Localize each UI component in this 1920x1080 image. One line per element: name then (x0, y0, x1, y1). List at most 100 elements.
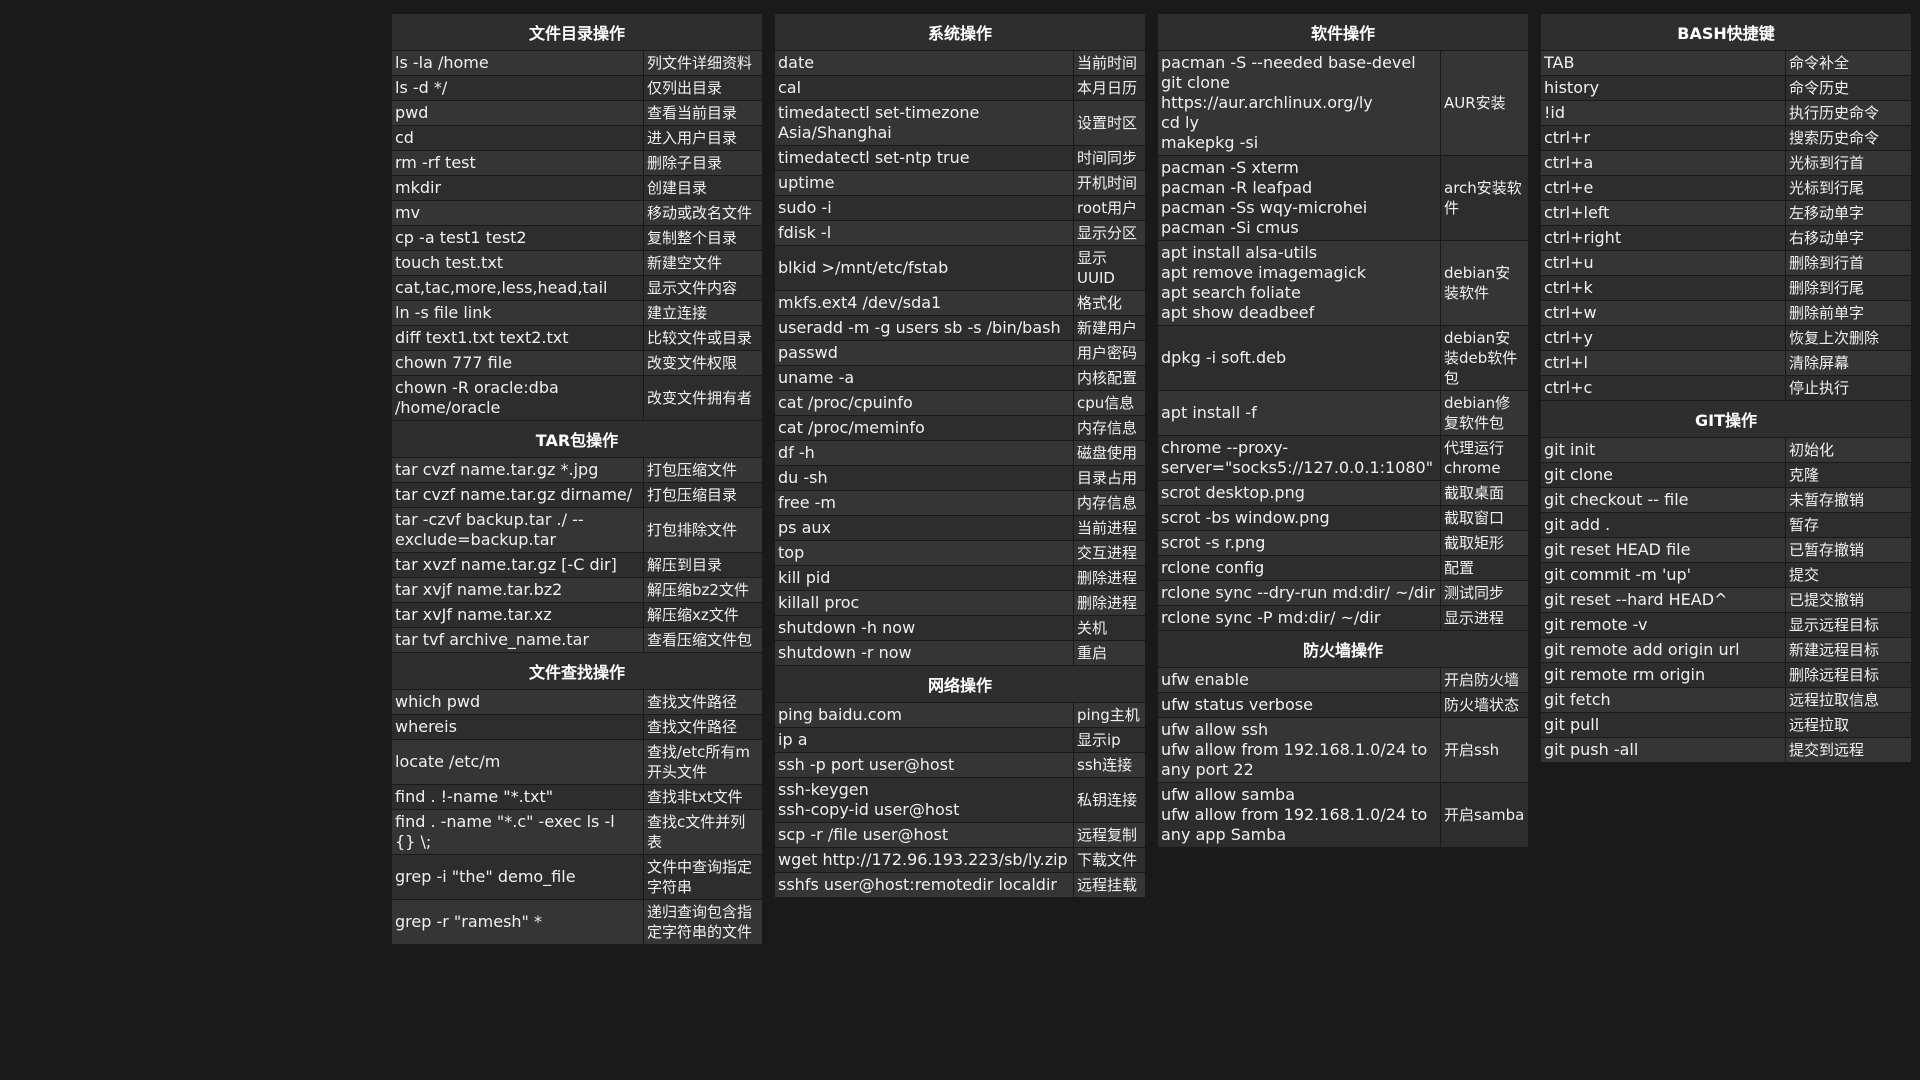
command-description: 解压缩bz2文件 (643, 577, 763, 603)
command-text: apt install alsa-utils apt remove imagem… (1157, 240, 1441, 326)
command-description: 远程挂载 (1073, 872, 1146, 898)
command-description: 初始化 (1785, 437, 1912, 463)
command-description: debian安 装软件 (1440, 240, 1529, 326)
command-row: ctrl+e 光标到行尾 (1540, 175, 1912, 201)
command-text: git commit -m 'up' (1540, 562, 1786, 588)
command-description: 远程拉取信息 (1785, 687, 1912, 713)
command-description: 当前时间 (1073, 50, 1146, 76)
command-row: git reset HEAD file 已暂存撤销 (1540, 537, 1912, 563)
command-text: ssh-keygen ssh-copy-id user@host (774, 777, 1074, 823)
command-description: 开启samba (1440, 782, 1529, 848)
command-row: timedatectl set-ntp true 时间同步 (774, 145, 1146, 171)
command-description: 私钥连接 (1073, 777, 1146, 823)
command-description: 解压到目录 (643, 552, 763, 578)
command-description: 复制整个目录 (643, 225, 763, 251)
section-header-row: GIT操作 (1540, 400, 1912, 438)
command-text: scrot -bs window.png (1157, 505, 1441, 531)
command-description: 内存信息 (1073, 490, 1146, 516)
command-row: date 当前时间 (774, 50, 1146, 76)
command-row: mv 移动或改名文件 (391, 200, 763, 226)
command-text: git clone (1540, 462, 1786, 488)
command-text: ctrl+a (1540, 150, 1786, 176)
command-text: cat /proc/cpuinfo (774, 390, 1074, 416)
command-description: 移动或改名文件 (643, 200, 763, 226)
command-description: 远程复制 (1073, 822, 1146, 848)
command-text: ctrl+right (1540, 225, 1786, 251)
command-description: 查看压缩文件包 (643, 627, 763, 653)
command-description: 清除屏幕 (1785, 350, 1912, 376)
command-row: top 交互进程 (774, 540, 1146, 566)
command-text: timedatectl set-ntp true (774, 145, 1074, 171)
command-text: tar cvzf name.tar.gz *.jpg (391, 457, 644, 483)
command-text: git checkout -- file (1540, 487, 1786, 513)
command-description: 命令历史 (1785, 75, 1912, 101)
command-row: ssh -p port user@host ssh连接 (774, 752, 1146, 778)
command-row: git remote add origin url 新建远程目标 (1540, 637, 1912, 663)
command-text: rclone sync -P md:dir/ ~/dir (1157, 605, 1441, 631)
command-description: 查找c文件并列 表 (643, 809, 763, 855)
command-row: git add . 暂存 (1540, 512, 1912, 538)
command-row: git commit -m 'up' 提交 (1540, 562, 1912, 588)
command-text: which pwd (391, 689, 644, 715)
command-row: whereis 查找文件路径 (391, 714, 763, 740)
command-row: rclone sync -P md:dir/ ~/dir 显示进程 (1157, 605, 1529, 631)
section-header-row: 系统操作 (774, 13, 1146, 51)
command-row: tar xvjf name.tar.bz2 解压缩bz2文件 (391, 577, 763, 603)
command-row: chown 777 file 改变文件权限 (391, 350, 763, 376)
command-description: 代理运行 chrome (1440, 435, 1529, 481)
command-row: wget http://172.96.193.223/sb/ly.zip 下载文件 (774, 847, 1146, 873)
command-description: 新建远程目标 (1785, 637, 1912, 663)
command-text: passwd (774, 340, 1074, 366)
command-description: 时间同步 (1073, 145, 1146, 171)
section-title: 系统操作 (774, 13, 1146, 51)
command-row: cal 本月日历 (774, 75, 1146, 101)
section-header-row: 网络操作 (774, 665, 1146, 703)
command-text: locate /etc/m (391, 739, 644, 785)
command-row: ctrl+c 停止执行 (1540, 375, 1912, 401)
command-row: du -sh 目录占用 (774, 465, 1146, 491)
command-text: uname -a (774, 365, 1074, 391)
command-description: 解压缩xz文件 (643, 602, 763, 628)
command-text: cat,tac,more,less,head,tail (391, 275, 644, 301)
section-header-row: BASH快捷键 (1540, 13, 1912, 51)
command-description: 显示分区 (1073, 220, 1146, 246)
command-text: ps aux (774, 515, 1074, 541)
command-description: 设置时区 (1073, 100, 1146, 146)
command-row: git clone 克隆 (1540, 462, 1912, 488)
section-header-row: 文件目录操作 (391, 13, 763, 51)
command-description: 执行历史命令 (1785, 100, 1912, 126)
command-description: 截取窗口 (1440, 505, 1529, 531)
command-text: df -h (774, 440, 1074, 466)
section-header-row: 软件操作 (1157, 13, 1529, 51)
command-text: git add . (1540, 512, 1786, 538)
command-text: mkdir (391, 175, 644, 201)
command-row: diff text1.txt text2.txt 比较文件或目录 (391, 325, 763, 351)
command-description: 远程拉取 (1785, 712, 1912, 738)
command-row: timedatectl set-timezone Asia/Shanghai 设置… (774, 100, 1146, 146)
cheatsheet-column-3: 软件操作 pacman -S --needed base-devel git cl… (1157, 13, 1529, 848)
command-row: uname -a 内核配置 (774, 365, 1146, 391)
command-description: 列文件详细资料 (643, 50, 763, 76)
section-title: 网络操作 (774, 665, 1146, 703)
section-title: TAR包操作 (391, 420, 763, 458)
command-description: 删除进程 (1073, 590, 1146, 616)
command-text: rclone config (1157, 555, 1441, 581)
command-row: tar cvzf name.tar.gz dirname/打包压缩目录 (391, 482, 763, 508)
command-row: apt install -f debian修 复软件包 (1157, 390, 1529, 436)
section-title: 文件查找操作 (391, 652, 763, 690)
command-row: rclone sync --dry-run md:dir/ ~/dir 测试同步 (1157, 580, 1529, 606)
command-description: 命令补全 (1785, 50, 1912, 76)
command-row: mkfs.ext4 /dev/sda1 格式化 (774, 290, 1146, 316)
command-text: shutdown -h now (774, 615, 1074, 641)
command-description: 改变文件权限 (643, 350, 763, 376)
command-row: ufw allow ssh ufw allow from 192.168.1.0… (1157, 717, 1529, 783)
command-text: killall proc (774, 590, 1074, 616)
command-text: rm -rf test (391, 150, 644, 176)
command-description: 查找/etc所有m 开头文件 (643, 739, 763, 785)
command-row: git fetch 远程拉取信息 (1540, 687, 1912, 713)
command-text: git push -all (1540, 737, 1786, 763)
section-title: 防火墙操作 (1157, 630, 1529, 668)
command-row: shutdown -h now 关机 (774, 615, 1146, 641)
command-description: 配置 (1440, 555, 1529, 581)
command-description: 测试同步 (1440, 580, 1529, 606)
